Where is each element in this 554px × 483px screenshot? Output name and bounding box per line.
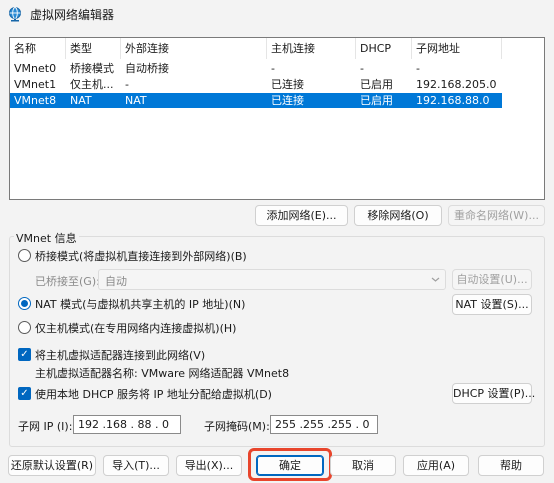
table-row-selected[interactable]: VMnet8 NAT NAT 已连接 已启用 192.168.88.0 bbox=[10, 93, 502, 108]
cell-subnet: 192.168.88.0 bbox=[416, 94, 490, 107]
host-only-label[interactable]: 仅主机模式(在专用网络内连接虚拟机)(H) bbox=[35, 320, 236, 336]
cell-subnet: - bbox=[416, 62, 420, 75]
group-label: VMnet 信息 bbox=[14, 230, 79, 246]
cell-external: - bbox=[125, 78, 129, 91]
bridge-mode-label[interactable]: 桥接模式(将虚拟机直接连接到外部网络)(B) bbox=[35, 248, 247, 264]
remove-network-button[interactable]: 移除网络(O) bbox=[354, 205, 442, 226]
cell-name: VMnet8 bbox=[14, 94, 57, 107]
bridged-to-value: 自动 bbox=[105, 275, 127, 288]
dhcp-checkbox[interactable]: ✓ bbox=[18, 387, 31, 400]
table-row[interactable]: VMnet0 桥接模式 自动桥接 - - - bbox=[10, 61, 502, 76]
column-header-type[interactable]: 类型 bbox=[66, 38, 121, 59]
column-header-name[interactable]: 名称 bbox=[10, 38, 66, 59]
subnet-mask-input[interactable]: 255 .255 .255 . 0 bbox=[270, 415, 378, 434]
cell-type: 桥接模式 bbox=[70, 62, 114, 75]
cell-name: VMnet1 bbox=[14, 78, 57, 91]
network-globe-icon bbox=[9, 7, 21, 22]
bridge-mode-radio[interactable] bbox=[18, 249, 31, 262]
cell-dhcp: 已启用 bbox=[360, 78, 393, 91]
cell-dhcp: 已启用 bbox=[360, 94, 393, 107]
export-button[interactable]: 导出(X)... bbox=[176, 455, 242, 476]
cell-dhcp: - bbox=[360, 62, 364, 75]
chevron-down-icon bbox=[431, 277, 440, 282]
cell-host: - bbox=[271, 62, 275, 75]
apply-button[interactable]: 应用(A) bbox=[403, 455, 469, 476]
title-bar: 虚拟网络编辑器 bbox=[0, 0, 554, 28]
column-header-subnet[interactable]: 子网地址 bbox=[412, 38, 502, 59]
table-row[interactable]: VMnet1 仅主机... - 已连接 已启用 192.168.205.0 bbox=[10, 77, 502, 92]
cell-type: 仅主机... bbox=[70, 78, 114, 91]
add-network-button[interactable]: 添加网络(E)... bbox=[255, 205, 348, 226]
cell-type: NAT bbox=[70, 94, 92, 107]
cell-external: NAT bbox=[125, 94, 147, 107]
host-only-radio[interactable] bbox=[18, 321, 31, 334]
bridged-to-label: 已桥接至(G): bbox=[35, 275, 100, 288]
cell-subnet: 192.168.205.0 bbox=[416, 78, 497, 91]
cell-host: 已连接 bbox=[271, 78, 304, 91]
cell-external: 自动桥接 bbox=[125, 62, 169, 75]
nat-settings-button[interactable]: NAT 设置(S)... bbox=[452, 294, 532, 315]
help-button[interactable]: 帮助 bbox=[478, 455, 544, 476]
column-header-dhcp[interactable]: DHCP bbox=[356, 38, 412, 59]
connect-adapter-checkbox[interactable]: ✓ bbox=[18, 348, 31, 361]
rename-network-button[interactable]: 重命名网络(W)... bbox=[448, 205, 545, 226]
connect-adapter-label[interactable]: 将主机虚拟适配器连接到此网络(V) bbox=[35, 347, 205, 363]
cell-host: 已连接 bbox=[271, 94, 304, 107]
auto-settings-button[interactable]: 自动设置(U)... bbox=[452, 269, 532, 290]
subnet-mask-label: 子网掩码(M): bbox=[204, 420, 270, 433]
dhcp-label[interactable]: 使用本地 DHCP 服务将 IP 地址分配给虚拟机(D) bbox=[35, 386, 272, 402]
column-header-host[interactable]: 主机连接 bbox=[267, 38, 356, 59]
highlight-ring bbox=[248, 448, 332, 481]
cell-name: VMnet0 bbox=[14, 62, 57, 75]
nat-mode-radio[interactable] bbox=[18, 297, 31, 310]
network-list[interactable]: 名称 类型 外部连接 主机连接 DHCP 子网地址 VMnet0 桥接模式 自动… bbox=[9, 37, 545, 200]
bridged-to-select[interactable]: 自动 bbox=[98, 269, 446, 290]
window-title: 虚拟网络编辑器 bbox=[30, 8, 115, 22]
subnet-ip-input[interactable]: 192 .168 . 88 . 0 bbox=[73, 415, 181, 434]
nat-mode-label[interactable]: NAT 模式(与虚拟机共享主机的 IP 地址)(N) bbox=[35, 296, 245, 312]
column-header-external[interactable]: 外部连接 bbox=[121, 38, 267, 59]
adapter-name-text: 主机虚拟适配器名称: VMware 网络适配器 VMnet8 bbox=[35, 367, 290, 380]
import-button[interactable]: 导入(T)... bbox=[103, 455, 169, 476]
restore-defaults-button[interactable]: 还原默认设置(R) bbox=[8, 455, 96, 476]
cancel-button[interactable]: 取消 bbox=[330, 455, 396, 476]
subnet-ip-label: 子网 IP (I): bbox=[18, 420, 73, 433]
dhcp-settings-button[interactable]: DHCP 设置(P)... bbox=[452, 383, 535, 404]
